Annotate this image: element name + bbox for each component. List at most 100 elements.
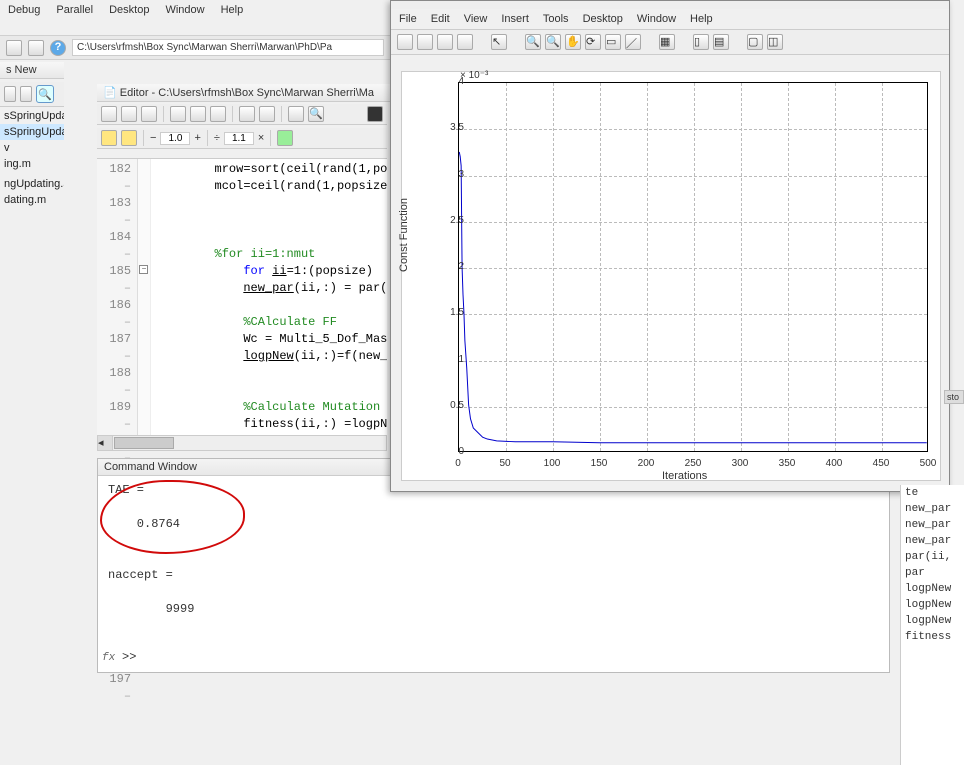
rotate-icon[interactable]: ⟳ bbox=[585, 34, 601, 50]
pointer-icon[interactable]: ↖ bbox=[491, 34, 507, 50]
doc-icon: 📄 bbox=[103, 87, 117, 99]
fig-new-icon[interactable] bbox=[397, 34, 413, 50]
menu-help[interactable]: Help bbox=[221, 4, 244, 16]
figure-menubar: File Edit View Insert Tools Desktop Wind… bbox=[391, 9, 949, 29]
fig-print-icon[interactable] bbox=[457, 34, 473, 50]
cell-icon[interactable] bbox=[101, 130, 117, 146]
save-icon[interactable] bbox=[141, 106, 157, 122]
fig-menu-view[interactable]: View bbox=[464, 13, 488, 25]
workspace-var[interactable]: fitness bbox=[901, 629, 964, 645]
file-item[interactable]: sSpringUpdati.. bbox=[0, 124, 64, 140]
zoom-out-icon[interactable]: 🔍 bbox=[545, 34, 561, 50]
pan-icon[interactable]: ✋ bbox=[565, 34, 581, 50]
find-icon[interactable]: 🔍 bbox=[308, 106, 324, 122]
colorbar-icon[interactable]: ▯ bbox=[693, 34, 709, 50]
fig-save-icon[interactable] bbox=[437, 34, 453, 50]
figure-titlebar[interactable] bbox=[391, 1, 949, 9]
scroll-left-arrow[interactable]: ◂ bbox=[98, 436, 113, 450]
datacursor-icon[interactable]: ▭ bbox=[605, 34, 621, 50]
file-item[interactable]: dating.m bbox=[0, 192, 64, 208]
file-item[interactable]: sSpringUpdati.. bbox=[0, 108, 64, 124]
opt-icon[interactable] bbox=[277, 130, 293, 146]
file-item[interactable]: v bbox=[0, 140, 64, 156]
workspace-var[interactable]: logpNew bbox=[901, 613, 964, 629]
x-axis-label: Iterations bbox=[662, 470, 707, 482]
step-value-1[interactable] bbox=[160, 132, 190, 145]
print-icon[interactable] bbox=[288, 106, 304, 122]
copy-icon[interactable] bbox=[190, 106, 206, 122]
nav-icon[interactable] bbox=[4, 86, 16, 102]
figure-window: File Edit View Insert Tools Desktop Wind… bbox=[390, 0, 950, 492]
fig-menu-insert[interactable]: Insert bbox=[501, 13, 529, 25]
file-list: sSpringUpdati.. sSpringUpdati.. v ing.m … bbox=[0, 108, 64, 208]
fig-menu-help[interactable]: Help bbox=[690, 13, 713, 25]
scroll-thumb[interactable] bbox=[114, 437, 174, 449]
editor-hscrollbar[interactable]: ◂ bbox=[97, 435, 387, 451]
menu-debug[interactable]: Debug bbox=[8, 4, 40, 16]
binoculars-icon[interactable] bbox=[367, 106, 383, 122]
chart-axes: × 10⁻³ Const Function Iterations 00.511.… bbox=[401, 71, 941, 481]
menu-desktop[interactable]: Desktop bbox=[109, 4, 149, 16]
paste-icon[interactable] bbox=[210, 106, 226, 122]
fold-column[interactable]: − bbox=[138, 159, 151, 448]
search-icon[interactable]: 🔍 bbox=[36, 85, 54, 103]
fig-menu-file[interactable]: File bbox=[399, 13, 417, 25]
open-icon[interactable] bbox=[121, 106, 137, 122]
workspace-var[interactable]: new_par bbox=[901, 517, 964, 533]
main-menubar: Debug Parallel Desktop Window Help bbox=[0, 0, 251, 20]
minus-button[interactable]: − bbox=[150, 132, 156, 144]
cut-icon[interactable] bbox=[28, 40, 44, 56]
command-prompt[interactable]: >> bbox=[122, 650, 136, 664]
undo-icon[interactable] bbox=[239, 106, 255, 122]
times-button[interactable]: × bbox=[258, 132, 264, 144]
workspace-panel[interactable]: tenew_parnew_parnew_parpar(ii,parlogpNew… bbox=[900, 485, 964, 765]
workspace-var[interactable]: new_par bbox=[901, 501, 964, 517]
plot-area bbox=[458, 82, 928, 452]
redo-icon[interactable] bbox=[259, 106, 275, 122]
step-value-2[interactable] bbox=[224, 132, 254, 145]
new-file-icon[interactable] bbox=[101, 106, 117, 122]
code-editor[interactable]: 182 –183 –184 –185 –186 –187 –188 –189 –… bbox=[97, 158, 387, 448]
workspace-var[interactable]: par bbox=[901, 565, 964, 581]
figure-toolbar: ↖ 🔍 🔍 ✋ ⟳ ▭ ／ ▦ ▯ ▤ ▢ ◫ bbox=[391, 29, 949, 55]
line-gutter: 182 –183 –184 –185 –186 –187 –188 –189 –… bbox=[97, 159, 138, 448]
whatsnew-title: s New bbox=[0, 62, 64, 79]
code-text[interactable]: mrow=sort(ceil(rand(1,pop mcol=ceil(rand… bbox=[151, 159, 387, 448]
file-item[interactable]: ing.m bbox=[0, 156, 64, 172]
workspace-var[interactable]: logpNew bbox=[901, 581, 964, 597]
address-bar[interactable]: C:\Users\rfmsh\Box Sync\Marwan Sherri\Ma… bbox=[72, 39, 384, 56]
workspace-var[interactable]: te bbox=[901, 485, 964, 501]
editor-toolbar-1: 🔍 bbox=[97, 104, 387, 125]
dock-icon[interactable]: ◫ bbox=[767, 34, 783, 50]
cut-icon[interactable] bbox=[170, 106, 186, 122]
fig-menu-desktop[interactable]: Desktop bbox=[583, 13, 623, 25]
y-exponent: × 10⁻³ bbox=[460, 70, 488, 81]
workspace-var[interactable]: logpNew bbox=[901, 597, 964, 613]
hide-icon[interactable]: ▢ bbox=[747, 34, 763, 50]
y-axis-label: Const Function bbox=[398, 198, 410, 272]
folder-icon[interactable] bbox=[6, 40, 22, 56]
fig-menu-window[interactable]: Window bbox=[637, 13, 676, 25]
history-button[interactable]: sto bbox=[944, 390, 964, 404]
legend-icon[interactable]: ▤ bbox=[713, 34, 729, 50]
fig-menu-tools[interactable]: Tools bbox=[543, 13, 569, 25]
plus-button[interactable]: + bbox=[194, 132, 200, 144]
fig-open-icon[interactable] bbox=[417, 34, 433, 50]
workspace-var[interactable]: new_par bbox=[901, 533, 964, 549]
menu-window[interactable]: Window bbox=[165, 4, 204, 16]
main-toolbar: ? C:\Users\rfmsh\Box Sync\Marwan Sherri\… bbox=[0, 35, 390, 60]
brush-icon[interactable]: ／ bbox=[625, 34, 641, 50]
command-window-body[interactable]: TAE = 0.8764 naccept = 9999 fx >> bbox=[98, 476, 889, 666]
file-item[interactable]: ngUpdating.asv bbox=[0, 176, 64, 192]
divide-button[interactable]: ÷ bbox=[214, 132, 220, 144]
cell2-icon[interactable] bbox=[121, 130, 137, 146]
search-strip: 🔍 bbox=[0, 82, 64, 107]
link-icon[interactable]: ▦ bbox=[659, 34, 675, 50]
zoom-in-icon[interactable]: 🔍 bbox=[525, 34, 541, 50]
fx-icon[interactable]: fx bbox=[102, 652, 115, 664]
workspace-var[interactable]: par(ii, bbox=[901, 549, 964, 565]
help-icon[interactable]: ? bbox=[50, 40, 66, 56]
menu-parallel[interactable]: Parallel bbox=[56, 4, 93, 16]
fig-menu-edit[interactable]: Edit bbox=[431, 13, 450, 25]
nav2-icon[interactable] bbox=[20, 86, 32, 102]
